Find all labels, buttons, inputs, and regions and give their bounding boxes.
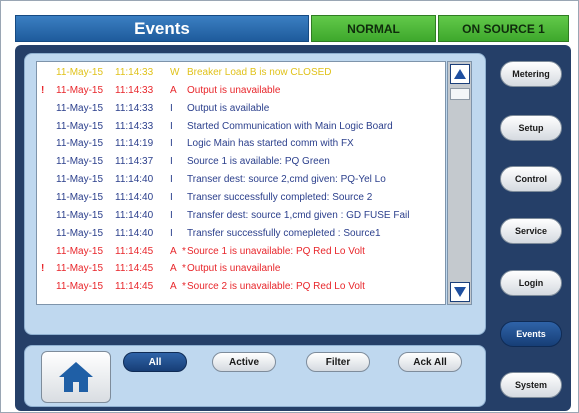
event-time: 11:14:40 bbox=[115, 227, 154, 239]
event-message: Transfer dest: source 1,cmd given : GD F… bbox=[187, 209, 410, 221]
event-time: 11:14:33 bbox=[115, 84, 154, 96]
event-message: Transer successfully completed: Source 2 bbox=[187, 191, 373, 203]
event-message: Source 2 is unavailable: PQ Red Lo Volt bbox=[187, 281, 365, 293]
event-date: 11-May-15 bbox=[56, 227, 104, 239]
event-date: 11-May-15 bbox=[56, 138, 104, 150]
event-message: Breaker Load B is now CLOSED bbox=[187, 67, 332, 78]
home-icon bbox=[59, 362, 93, 392]
event-type: I bbox=[170, 120, 173, 132]
event-type: A bbox=[170, 281, 177, 293]
event-row[interactable]: ! 11-May-15 11:14:45 A * Output is unavailanl… bbox=[37, 260, 445, 277]
events-screen: Events NORMAL ON SOURCE 1 11-May-15 11:14… bbox=[0, 0, 579, 413]
event-flag: ! bbox=[41, 263, 45, 275]
scroll-up-button[interactable] bbox=[450, 64, 470, 84]
nav-metering-button[interactable]: Metering bbox=[500, 61, 562, 87]
event-row[interactable]: 11-May-15 11:14:45 A * Source 1 is unavailab… bbox=[37, 243, 445, 260]
event-message: Started Communication with Main Logic Bo… bbox=[187, 120, 393, 132]
event-row[interactable]: 11-May-15 11:14:33 I Output is available bbox=[37, 100, 445, 117]
event-message: Output is available bbox=[187, 102, 270, 114]
event-time: 11:14:40 bbox=[115, 174, 154, 186]
event-type: W bbox=[170, 67, 180, 78]
event-row[interactable]: 11-May-15 11:14:40 I Transfer successfully … bbox=[37, 225, 445, 242]
event-time: 11:14:33 bbox=[115, 67, 154, 78]
system-status-badge: NORMAL bbox=[311, 15, 436, 42]
all-events-button[interactable]: All bbox=[123, 352, 187, 372]
event-date: 11-May-15 bbox=[56, 209, 104, 221]
event-date: 11-May-15 bbox=[56, 281, 104, 293]
event-message: Source 1 is available: PQ Green bbox=[187, 156, 330, 168]
event-time: 11:14:40 bbox=[115, 209, 154, 221]
home-button[interactable] bbox=[41, 351, 111, 403]
event-time: 11:14:40 bbox=[115, 191, 154, 203]
events-list[interactable]: 11-May-15 11:14:33 W Breaker Load B is now … bbox=[36, 61, 446, 305]
nav-service-button[interactable]: Service bbox=[500, 218, 562, 244]
event-type: I bbox=[170, 209, 173, 221]
active-events-button[interactable]: Active bbox=[212, 352, 276, 372]
event-type: I bbox=[170, 156, 173, 168]
event-date: 11-May-15 bbox=[56, 102, 104, 114]
event-date: 11-May-15 bbox=[56, 120, 104, 132]
scroll-thumb[interactable] bbox=[450, 88, 470, 100]
events-scrollbar[interactable] bbox=[447, 61, 472, 305]
source-status-badge: ON SOURCE 1 bbox=[438, 15, 569, 42]
event-row[interactable]: ! 11-May-15 11:14:33 A Output is unavailable bbox=[37, 82, 445, 99]
event-row[interactable]: 11-May-15 11:14:19 I Logic Main has started… bbox=[37, 135, 445, 152]
event-time: 11:14:45 bbox=[115, 245, 154, 257]
event-unacked-marker: * bbox=[182, 281, 186, 293]
event-unacked-marker: * bbox=[182, 245, 186, 257]
event-unacked-marker: * bbox=[182, 263, 186, 275]
event-date: 11-May-15 bbox=[56, 245, 104, 257]
event-row[interactable]: 11-May-15 11:14:33 I Started Communication … bbox=[37, 118, 445, 135]
event-message: Output is unavailable bbox=[187, 84, 281, 96]
nav-setup-button[interactable]: Setup bbox=[500, 115, 562, 141]
event-row[interactable]: 11-May-15 11:14:40 I Transfer dest: source … bbox=[37, 207, 445, 224]
event-message: Source 1 is unavailable: PQ Red Lo Volt bbox=[187, 245, 365, 257]
nav-system-button[interactable]: System bbox=[500, 372, 562, 398]
scroll-down-button[interactable] bbox=[450, 282, 470, 302]
event-time: 11:14:45 bbox=[115, 281, 154, 293]
event-time: 11:14:45 bbox=[115, 263, 154, 275]
event-type: I bbox=[170, 174, 173, 186]
event-flag: ! bbox=[41, 84, 45, 96]
ack-all-button[interactable]: Ack All bbox=[398, 352, 462, 372]
event-date: 11-May-15 bbox=[56, 174, 104, 186]
event-message: Transer dest: source 2,cmd given: PQ-Yel… bbox=[187, 174, 386, 186]
event-row[interactable]: 11-May-15 11:14:40 I Transer successfully c… bbox=[37, 189, 445, 206]
event-date: 11-May-15 bbox=[56, 84, 104, 96]
event-type: A bbox=[170, 84, 177, 96]
event-date: 11-May-15 bbox=[56, 67, 104, 78]
page-title: Events bbox=[15, 15, 309, 42]
event-date: 11-May-15 bbox=[56, 191, 104, 203]
event-type: I bbox=[170, 138, 173, 150]
arrow-up-icon bbox=[454, 69, 466, 79]
event-time: 11:14:19 bbox=[115, 138, 154, 150]
event-type: A bbox=[170, 245, 177, 257]
nav-events-button[interactable]: Events bbox=[500, 321, 562, 347]
event-message: Logic Main has started comm with FX bbox=[187, 138, 354, 150]
event-date: 11-May-15 bbox=[56, 263, 104, 275]
event-date: 11-May-15 bbox=[56, 156, 104, 168]
event-time: 11:14:33 bbox=[115, 102, 154, 114]
event-row[interactable]: 11-May-15 11:14:45 A * Source 2 is unavailab… bbox=[37, 278, 445, 295]
arrow-down-icon bbox=[454, 287, 466, 297]
event-row[interactable]: 11-May-15 11:14:33 W Breaker Load B is now … bbox=[37, 64, 445, 81]
nav-control-button[interactable]: Control bbox=[500, 166, 562, 192]
nav-login-button[interactable]: Login bbox=[500, 270, 562, 296]
filter-button[interactable]: Filter bbox=[306, 352, 370, 372]
event-type: I bbox=[170, 102, 173, 114]
event-message: Output is unavailanle bbox=[187, 263, 281, 275]
event-type: I bbox=[170, 227, 173, 239]
event-row[interactable]: 11-May-15 11:14:40 I Transer dest: source 2… bbox=[37, 171, 445, 188]
event-type: A bbox=[170, 263, 177, 275]
event-row[interactable]: 11-May-15 11:14:37 I Source 1 is available:… bbox=[37, 153, 445, 170]
event-type: I bbox=[170, 191, 173, 203]
event-time: 11:14:37 bbox=[115, 156, 154, 168]
event-message: Transfer successfully comepleted : Sourc… bbox=[187, 227, 381, 239]
event-time: 11:14:33 bbox=[115, 120, 154, 132]
